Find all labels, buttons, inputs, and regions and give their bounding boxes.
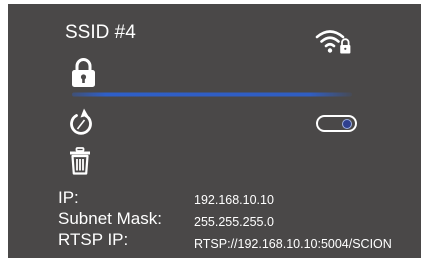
rtsp-ip-value: RTSP://192.168.10.10:5004/SCION [194, 237, 392, 251]
enable-toggle[interactable] [316, 115, 357, 132]
ip-label: IP: [58, 188, 79, 207]
toggle-knob [342, 119, 352, 129]
rtsp-ip-label: RTSP IP: [58, 230, 129, 249]
signal-strength-bar [72, 92, 352, 97]
network-details-panel: SSID #4 IP: 192.168.10.10 Subnet Mask: 2… [8, 4, 421, 258]
subnet-mask-value: 255.255.255.0 [194, 215, 274, 229]
wifi-lock-icon [315, 30, 351, 54]
lock-icon[interactable] [70, 56, 97, 88]
subnet-mask-label: Subnet Mask: [58, 209, 162, 228]
trash-icon[interactable] [69, 147, 91, 175]
ssid-title: SSID #4 [65, 22, 136, 43]
refresh-icon[interactable] [68, 107, 94, 135]
screen-frame: SSID #4 IP: 192.168.10.10 Subnet Mask: 2… [0, 0, 431, 263]
ip-value: 192.168.10.10 [194, 193, 274, 207]
